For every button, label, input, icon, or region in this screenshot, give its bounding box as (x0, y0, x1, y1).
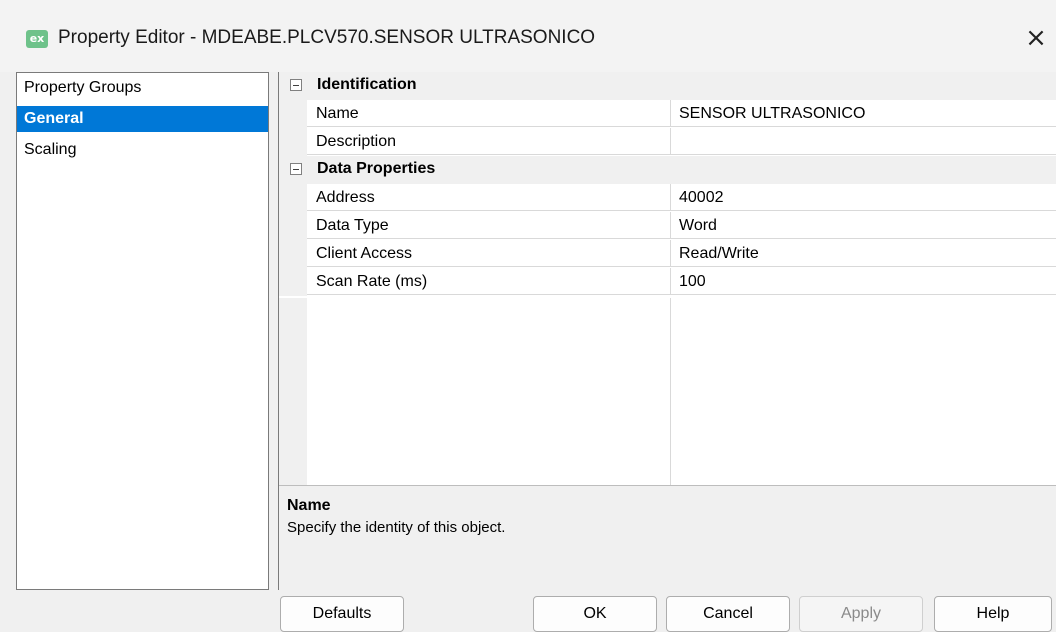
property-value-description[interactable] (671, 128, 1056, 155)
description-text: Specify the identity of this object. (287, 519, 506, 536)
property-value-address[interactable]: 40002 (671, 184, 1056, 211)
cancel-button[interactable]: Cancel (666, 596, 790, 632)
category-label: Identification (317, 76, 417, 93)
row-gutter (279, 240, 307, 268)
description-pane: Name Specify the identity of this object… (279, 485, 1056, 590)
property-value-client-access[interactable]: Read/Write (671, 240, 1056, 267)
property-groups-header: Property Groups (24, 79, 142, 96)
row-gutter (279, 128, 307, 156)
row-gutter (279, 100, 307, 128)
property-name: Data Type (307, 212, 671, 239)
property-name: Description (307, 128, 671, 155)
category-label: Data Properties (317, 160, 436, 177)
property-value-name[interactable]: SENSOR ULTRASONICO (671, 100, 1056, 127)
category-identification[interactable]: Identification (279, 72, 1056, 100)
apply-button[interactable]: Apply (799, 596, 923, 632)
property-row-description[interactable]: Description (279, 128, 1056, 156)
description-title: Name (287, 497, 331, 514)
row-gutter (279, 212, 307, 240)
category-data-properties[interactable]: Data Properties (279, 156, 1056, 184)
close-button[interactable]: × (1018, 20, 1054, 56)
property-value-scan-rate[interactable]: 100 (671, 268, 1056, 295)
column-divider (670, 298, 671, 485)
property-row-scan-rate[interactable]: Scan Rate (ms) 100 (279, 268, 1056, 296)
app-logo-icon: ex (26, 30, 48, 48)
title-bar: ex Property Editor - MDEABE.PLCV570.SENS… (0, 0, 1056, 72)
property-grid: Identification Name SENSOR ULTRASONICO D… (279, 72, 1056, 485)
group-item-general[interactable]: General (17, 106, 268, 132)
window-title: Property Editor - MDEABE.PLCV570.SENSOR … (58, 27, 596, 48)
property-name: Scan Rate (ms) (307, 268, 671, 295)
property-value-data-type[interactable]: Word (671, 212, 1056, 239)
grid-gutter (279, 298, 307, 485)
property-editor-window: ex Property Editor - MDEABE.PLCV570.SENS… (0, 0, 1056, 632)
row-gutter (279, 184, 307, 212)
property-row-client-access[interactable]: Client Access Read/Write (279, 240, 1056, 268)
property-panel: Identification Name SENSOR ULTRASONICO D… (278, 72, 1056, 590)
defaults-button[interactable]: Defaults (280, 596, 404, 632)
property-row-name[interactable]: Name SENSOR ULTRASONICO (279, 100, 1056, 128)
row-gutter (279, 268, 307, 296)
property-name: Address (307, 184, 671, 211)
ok-button[interactable]: OK (533, 596, 657, 632)
property-row-address[interactable]: Address 40002 (279, 184, 1056, 212)
collapse-icon[interactable] (290, 163, 302, 175)
property-row-data-type[interactable]: Data Type Word (279, 212, 1056, 240)
help-button[interactable]: Help (934, 596, 1052, 632)
collapse-icon[interactable] (290, 79, 302, 91)
close-icon: × (1025, 23, 1047, 53)
group-item-scaling[interactable]: Scaling (17, 137, 268, 163)
property-name: Client Access (307, 240, 671, 267)
property-groups-list: Property Groups General Scaling (16, 72, 269, 590)
property-name: Name (307, 100, 671, 127)
dialog-buttons: Defaults OK Cancel Apply Help (0, 590, 1056, 632)
